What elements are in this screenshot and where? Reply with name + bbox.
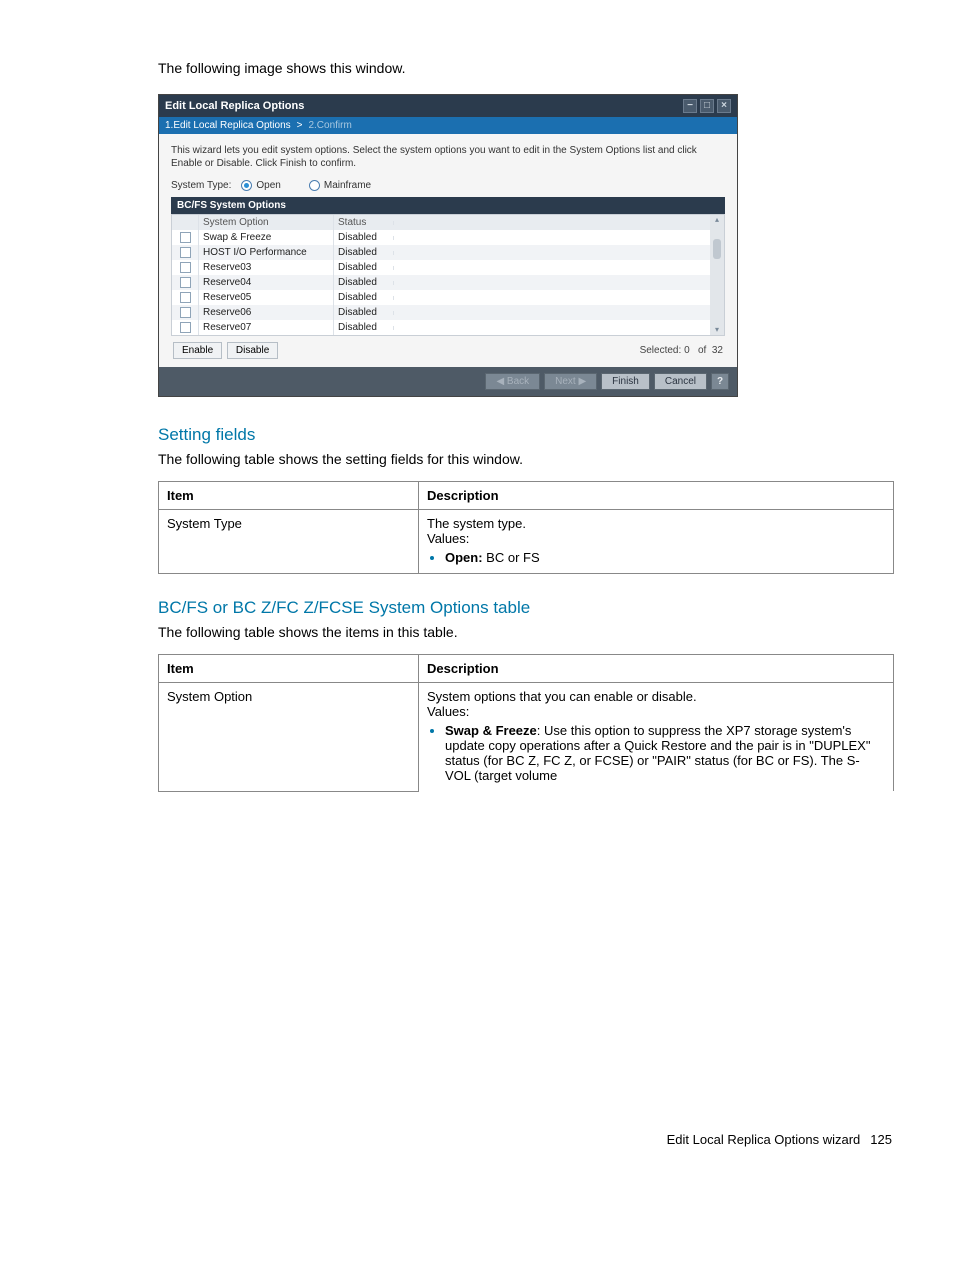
table-row[interactable]: Reserve07Disabled	[172, 320, 710, 335]
next-button[interactable]: Next ▶	[544, 373, 597, 390]
breadcrumb-step1: 1.Edit Local Replica Options	[165, 120, 291, 131]
col-status: Status	[333, 215, 393, 230]
dialog-footer: ◀ Back Next ▶ Finish Cancel ?	[159, 367, 737, 396]
row-status: Disabled	[333, 230, 393, 245]
row-name: Reserve04	[198, 275, 333, 290]
row-name: Swap & Freeze	[198, 230, 333, 245]
page-footer: Edit Local Replica Options wizard125	[158, 1132, 894, 1147]
row-name: HOST I/O Performance	[198, 245, 333, 260]
row-status: Disabled	[333, 290, 393, 305]
heading-setting-fields: Setting fields	[158, 425, 894, 445]
breadcrumb-step2: 2.Confirm	[308, 120, 351, 131]
enable-button[interactable]: Enable	[173, 342, 222, 359]
breadcrumb-sep: >	[297, 120, 303, 131]
cell-system-type-desc: The system type. Values: Open: BC or FS	[419, 510, 894, 574]
th-item2: Item	[159, 655, 419, 683]
help-button[interactable]: ?	[711, 373, 729, 390]
scrollbar[interactable]: ▴ ▾	[710, 215, 724, 335]
radio-open-label: Open	[256, 180, 280, 191]
radio-open-icon	[241, 180, 252, 191]
selection-count: Selected: 0 of 32	[640, 345, 723, 356]
row-name: Reserve07	[198, 320, 333, 335]
heading-options-table: BC/FS or BC Z/FC Z/FCSE System Options t…	[158, 598, 894, 618]
row-name: Reserve03	[198, 260, 333, 275]
minimize-icon[interactable]: −	[683, 99, 697, 113]
scroll-up-icon[interactable]: ▴	[715, 215, 719, 225]
table-row[interactable]: Reserve05Disabled	[172, 290, 710, 305]
table-row[interactable]: Reserve06Disabled	[172, 305, 710, 320]
intro-text: The following image shows this window.	[158, 60, 894, 76]
disable-button[interactable]: Disable	[227, 342, 278, 359]
finish-button[interactable]: Finish	[601, 373, 650, 390]
table-row[interactable]: Swap & FreezeDisabled	[172, 230, 710, 245]
scroll-down-icon[interactable]: ▾	[715, 325, 719, 335]
row-checkbox[interactable]	[180, 307, 191, 318]
table-setting-fields: Item Description System Type The system …	[158, 481, 894, 574]
row-checkbox[interactable]	[180, 292, 191, 303]
table-row[interactable]: Reserve03Disabled	[172, 260, 710, 275]
scroll-thumb[interactable]	[713, 239, 721, 259]
col-name: System Option	[198, 215, 333, 230]
row-status: Disabled	[333, 260, 393, 275]
row-status: Disabled	[333, 305, 393, 320]
options-table-title: BC/FS System Options	[171, 197, 725, 214]
cancel-button[interactable]: Cancel	[654, 373, 707, 390]
row-status: Disabled	[333, 320, 393, 335]
row-checkbox[interactable]	[180, 262, 191, 273]
row-checkbox[interactable]	[180, 232, 191, 243]
dialog-description: This wizard lets you edit system options…	[171, 144, 725, 170]
cell-system-option: System Option	[159, 683, 419, 792]
back-button[interactable]: ◀ Back	[485, 373, 540, 390]
maximize-icon[interactable]: □	[700, 99, 714, 113]
system-type-label: System Type:	[171, 180, 231, 191]
system-type-row: System Type: Open Mainframe	[171, 180, 725, 191]
radio-mainframe-icon	[309, 180, 320, 191]
text-setting-fields: The following table shows the setting fi…	[158, 451, 894, 467]
dialog-title: Edit Local Replica Options	[165, 100, 304, 112]
row-checkbox[interactable]	[180, 277, 191, 288]
cell-system-type: System Type	[159, 510, 419, 574]
row-name: Reserve06	[198, 305, 333, 320]
row-checkbox[interactable]	[180, 247, 191, 258]
table-row[interactable]: Reserve04Disabled	[172, 275, 710, 290]
th-item: Item	[159, 482, 419, 510]
cell-system-option-desc: System options that you can enable or di…	[419, 683, 894, 792]
th-description: Description	[419, 482, 894, 510]
breadcrumb: 1.Edit Local Replica Options > 2.Confirm	[159, 117, 737, 134]
radio-mainframe-label: Mainframe	[324, 180, 371, 191]
radio-open[interactable]: Open	[241, 180, 280, 191]
row-status: Disabled	[333, 275, 393, 290]
radio-mainframe[interactable]: Mainframe	[309, 180, 371, 191]
options-table: System Option Status Swap & FreezeDisabl…	[171, 214, 725, 336]
row-checkbox[interactable]	[180, 322, 191, 333]
options-header: System Option Status	[172, 215, 710, 230]
table-system-options: Item Description System Option System op…	[158, 654, 894, 792]
th-description2: Description	[419, 655, 894, 683]
row-name: Reserve05	[198, 290, 333, 305]
table-row[interactable]: HOST I/O PerformanceDisabled	[172, 245, 710, 260]
dialog-window: Edit Local Replica Options − □ × 1.Edit …	[158, 94, 738, 397]
dialog-titlebar: Edit Local Replica Options − □ ×	[159, 95, 737, 117]
close-icon[interactable]: ×	[717, 99, 731, 113]
row-status: Disabled	[333, 245, 393, 260]
text-options-table: The following table shows the items in t…	[158, 624, 894, 640]
